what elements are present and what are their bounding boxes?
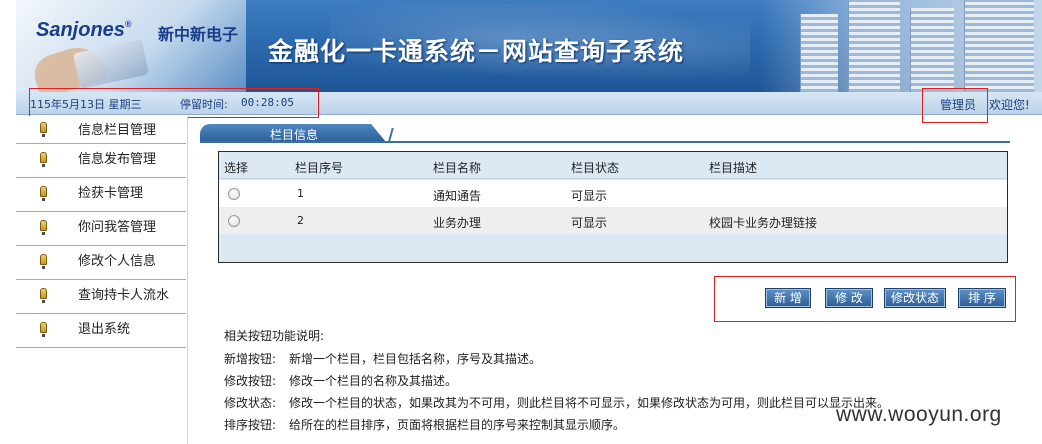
sidebar-item-info-publish[interactable]: 信息发布管理 bbox=[16, 144, 186, 178]
column-table: 选择 栏目序号 栏目名称 栏目状态 栏目描述 1 通知通告 可显示 2 业务办理… bbox=[218, 151, 1008, 263]
sidebar-item-cardholder-flow[interactable]: 查询持卡人流水 bbox=[16, 280, 186, 314]
logo-registered-mark: ® bbox=[124, 19, 132, 29]
header-seq: 栏目序号 bbox=[295, 161, 344, 175]
bullet-icon bbox=[40, 254, 47, 269]
help-line-add: 新增按钮: 新增一个栏目，栏目包括名称，序号及其描述。 bbox=[224, 350, 541, 367]
sidebar-menu: 信息栏目管理 信息发布管理 捡获卡管理 你问我答管理 修改个人信息 查询持卡人流… bbox=[16, 116, 188, 444]
company-logo: Sanjones® bbox=[36, 19, 132, 42]
sidebar-item-found-card[interactable]: 捡获卡管理 bbox=[16, 178, 186, 212]
help-text: 修改一个栏目的名称及其描述。 bbox=[289, 374, 458, 388]
banner-left-margin bbox=[0, 0, 16, 92]
help-line-edit-status: 修改状态: 修改一个栏目的状态，如果改其为不可用，则此栏目将不可显示，如果修改状态… bbox=[224, 394, 889, 411]
bullet-icon bbox=[40, 220, 47, 235]
help-line-edit: 修改按钮: 修改一个栏目的名称及其描述。 bbox=[224, 372, 457, 389]
table-row: 1 通知通告 可显示 bbox=[219, 180, 1007, 207]
building-shape bbox=[848, 0, 900, 92]
help-key: 新增按钮: bbox=[224, 352, 277, 366]
edit-status-button[interactable]: 修改状态 bbox=[884, 288, 946, 308]
tab-notch bbox=[388, 128, 394, 141]
header-banner: Sanjones® 新中新电子 金融化一卡通系统－网站查询子系统 bbox=[0, 0, 1042, 92]
current-date: 115年5月13日 星期三 bbox=[30, 98, 142, 111]
buildings-image bbox=[760, 0, 1042, 92]
stay-time-value: 00:28:05 bbox=[241, 96, 294, 109]
add-button[interactable]: 新 增 bbox=[765, 288, 811, 308]
building-shape bbox=[910, 8, 954, 92]
row-seq: 2 bbox=[297, 214, 304, 227]
card-image bbox=[73, 39, 149, 89]
bullet-icon bbox=[40, 122, 47, 137]
sidebar-item-logout[interactable]: 退出系统 bbox=[16, 314, 186, 348]
help-key: 修改状态: bbox=[224, 396, 277, 410]
help-text: 给所在的栏目排序，页面将根据栏目的序号来控制其显示顺序。 bbox=[289, 418, 626, 432]
tab-underline bbox=[200, 141, 1010, 143]
header-status: 栏目状态 bbox=[571, 161, 620, 175]
sidebar-item-profile[interactable]: 修改个人信息 bbox=[16, 246, 186, 280]
sidebar-item-label: 你问我答管理 bbox=[78, 220, 157, 235]
building-shape bbox=[964, 0, 1034, 92]
help-line-sort: 排序按钮: 给所在的栏目排序，页面将根据栏目的序号来控制其显示顺序。 bbox=[224, 416, 625, 433]
logo-area bbox=[16, 0, 246, 92]
row-select-radio[interactable] bbox=[228, 215, 240, 227]
header-desc: 栏目描述 bbox=[709, 161, 758, 175]
sidebar-item-label: 信息发布管理 bbox=[78, 152, 157, 167]
bullet-icon bbox=[40, 152, 47, 167]
header-name: 栏目名称 bbox=[433, 161, 482, 175]
building-shape bbox=[800, 14, 838, 92]
stay-time-label: 停留时间: bbox=[180, 98, 228, 111]
row-status: 可显示 bbox=[571, 189, 608, 203]
system-title: 金融化一卡通系统－网站查询子系统 bbox=[268, 37, 685, 66]
sidebar-item-label: 查询持卡人流水 bbox=[78, 288, 170, 303]
row-status: 可显示 bbox=[571, 216, 608, 230]
logo-chinese-name: 新中新电子 bbox=[158, 25, 239, 44]
table-header: 选择 栏目序号 栏目名称 栏目状态 栏目描述 bbox=[219, 152, 1007, 179]
table-row: 2 业务办理 可显示 校园卡业务办理链接 bbox=[219, 207, 1007, 234]
sidebar-item-label: 信息栏目管理 bbox=[78, 123, 157, 138]
logo-latin: Sanjones bbox=[36, 19, 125, 41]
help-key: 排序按钮: bbox=[224, 418, 277, 432]
help-text: 新增一个栏目，栏目包括名称，序号及其描述。 bbox=[289, 352, 542, 366]
bullet-icon bbox=[40, 186, 47, 201]
status-bar: 115年5月13日 星期三 停留时间: 00:28:05 管理员 欢迎您! bbox=[16, 92, 1042, 115]
sort-button[interactable]: 排 序 bbox=[958, 288, 1006, 308]
row-seq: 1 bbox=[297, 187, 304, 200]
edit-button[interactable]: 修 改 bbox=[825, 288, 873, 308]
watermark: www.wooyun.org bbox=[836, 403, 1002, 426]
welcome-text: 欢迎您! bbox=[989, 98, 1030, 112]
bullet-icon bbox=[40, 322, 47, 337]
sidebar-item-qa[interactable]: 你问我答管理 bbox=[16, 212, 186, 246]
sidebar-item-column-management[interactable]: 信息栏目管理 bbox=[16, 116, 186, 144]
tab-column-info[interactable]: 栏目信息 bbox=[200, 124, 386, 142]
row-desc: 校园卡业务办理链接 bbox=[709, 216, 818, 230]
help-key: 修改按钮: bbox=[224, 374, 277, 388]
help-title: 相关按钮功能说明: bbox=[224, 329, 325, 343]
row-select-radio[interactable] bbox=[228, 188, 240, 200]
user-role: 管理员 bbox=[940, 98, 977, 112]
sidebar-item-label: 捡获卡管理 bbox=[78, 186, 144, 201]
header-select: 选择 bbox=[224, 161, 249, 175]
action-buttons: 新 增 修 改 修改状态 排 序 bbox=[714, 276, 1016, 322]
bullet-icon bbox=[40, 288, 47, 303]
sidebar-item-label: 修改个人信息 bbox=[78, 254, 157, 269]
row-name: 通知通告 bbox=[433, 189, 482, 203]
sidebar-item-label: 退出系统 bbox=[78, 322, 131, 337]
help-text: 修改一个栏目的状态，如果改其为不可用，则此栏目将不可显示，如果修改状态为可用，则… bbox=[289, 396, 890, 410]
row-name: 业务办理 bbox=[433, 216, 482, 230]
